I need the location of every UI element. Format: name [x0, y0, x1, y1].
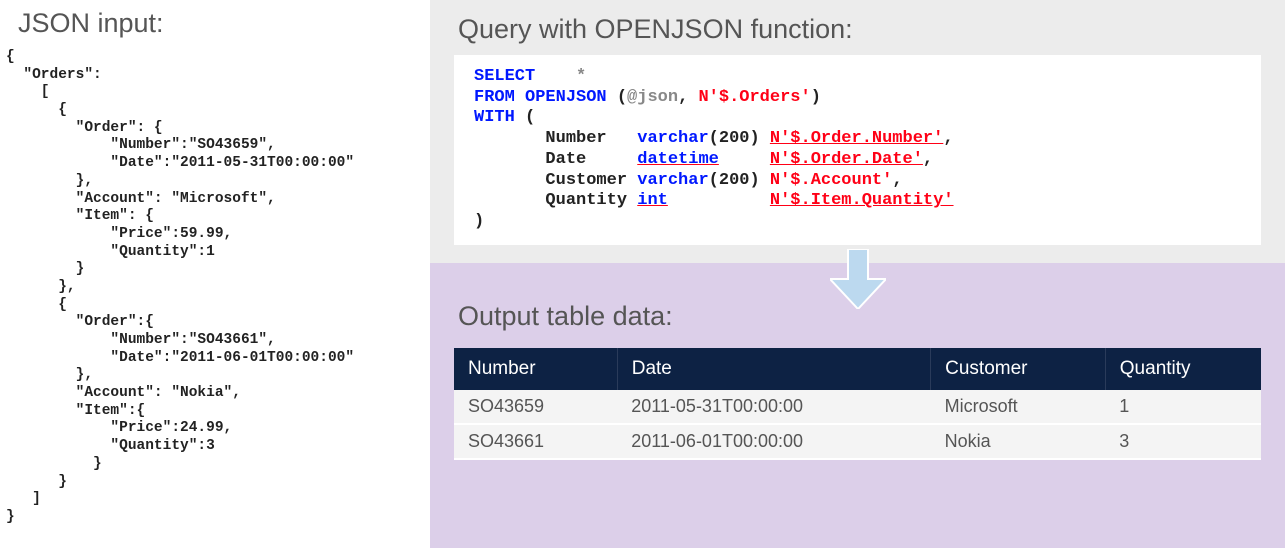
- col-name-1: Date: [545, 150, 586, 169]
- open-paren: (: [525, 108, 535, 127]
- table-row: SO43659 2011-05-31T00:00:00 Microsoft 1: [454, 390, 1261, 424]
- kw-from: FROM: [474, 88, 515, 107]
- col-name-0: Number: [545, 129, 606, 148]
- th-quantity: Quantity: [1105, 348, 1261, 390]
- table-row: SO43661 2011-06-01T00:00:00 Nokia 3: [454, 424, 1261, 459]
- col-type-2: varchar: [637, 171, 708, 190]
- kw-star: *: [576, 67, 586, 86]
- kw-select: SELECT: [474, 67, 535, 86]
- kw-openjson: OPENJSON: [525, 88, 607, 107]
- close-paren: ): [474, 212, 484, 231]
- output-table: Number Date Customer Quantity SO43659 20…: [454, 348, 1261, 460]
- cell-customer: Microsoft: [931, 390, 1106, 424]
- col-type-1: datetime: [637, 150, 719, 169]
- table-header-row: Number Date Customer Quantity: [454, 348, 1261, 390]
- sql-orders-path: N'$.Orders': [698, 88, 810, 107]
- col-path-2: N'$.Account': [770, 171, 892, 190]
- flow-arrow-icon: [830, 249, 886, 309]
- json-input-code: { "Orders": [ { "Order": { "Number":"SO4…: [4, 49, 430, 527]
- right-column: Query with OPENJSON function: SELECT * F…: [430, 0, 1285, 548]
- json-input-panel: JSON input: { "Orders": [ { "Order": { "…: [0, 0, 430, 548]
- cell-quantity: 3: [1105, 424, 1261, 459]
- col-path-3: N'$.Item.Quantity': [770, 191, 954, 210]
- sql-code-box: SELECT * FROM OPENJSON (@json, N'$.Order…: [454, 55, 1261, 245]
- col-path-1: N'$.Order.Date': [770, 150, 923, 169]
- cell-date: 2011-05-31T00:00:00: [617, 390, 930, 424]
- cell-number: SO43659: [454, 390, 617, 424]
- col-type-0: varchar: [637, 129, 708, 148]
- sql-var-json: @json: [627, 88, 678, 107]
- output-panel: Output table data: Number Date Customer …: [430, 263, 1285, 548]
- cell-quantity: 1: [1105, 390, 1261, 424]
- cell-date: 2011-06-01T00:00:00: [617, 424, 930, 459]
- th-date: Date: [617, 348, 930, 390]
- query-panel: Query with OPENJSON function: SELECT * F…: [430, 0, 1285, 263]
- cell-number: SO43661: [454, 424, 617, 459]
- cell-customer: Nokia: [931, 424, 1106, 459]
- col-name-2: Customer: [545, 171, 627, 190]
- query-heading: Query with OPENJSON function:: [458, 14, 1261, 45]
- kw-with: WITH: [474, 108, 515, 127]
- th-customer: Customer: [931, 348, 1106, 390]
- col-path-0: N'$.Order.Number': [770, 129, 943, 148]
- th-number: Number: [454, 348, 617, 390]
- col-name-3: Quantity: [545, 191, 627, 210]
- col-type-3: int: [637, 191, 668, 210]
- json-input-heading: JSON input:: [18, 8, 430, 39]
